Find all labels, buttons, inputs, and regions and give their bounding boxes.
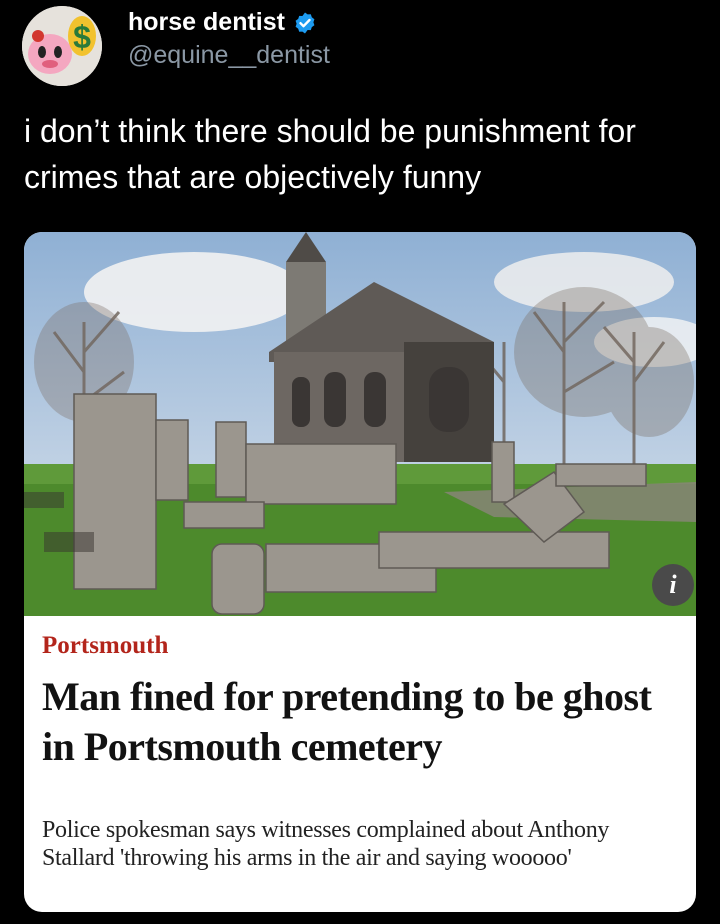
article-headline[interactable]: Man fined for pretending to be ghost in … xyxy=(42,672,692,772)
info-icon[interactable]: i xyxy=(652,564,694,606)
link-preview-card[interactable]: i Portsmouth Man fined for pretending to… xyxy=(24,232,696,912)
svg-text:$: $ xyxy=(73,19,91,55)
article-section: Portsmouth xyxy=(42,632,169,659)
article-photo xyxy=(24,232,696,616)
tweet-text: i don’t think there should be punishment… xyxy=(24,113,636,195)
author-handle[interactable]: @equine__dentist xyxy=(128,41,330,70)
author-name-row: horse dentist xyxy=(128,8,330,37)
article-standfirst: Police spokesman says witnesses complain… xyxy=(42,817,610,871)
tweet-author: horse dentist @equine__dentist xyxy=(128,8,330,70)
author-name[interactable]: horse dentist xyxy=(128,8,285,37)
avatar[interactable]: $ xyxy=(22,6,102,86)
avatar-image: $ xyxy=(22,6,102,86)
verified-badge-icon xyxy=(295,12,315,33)
